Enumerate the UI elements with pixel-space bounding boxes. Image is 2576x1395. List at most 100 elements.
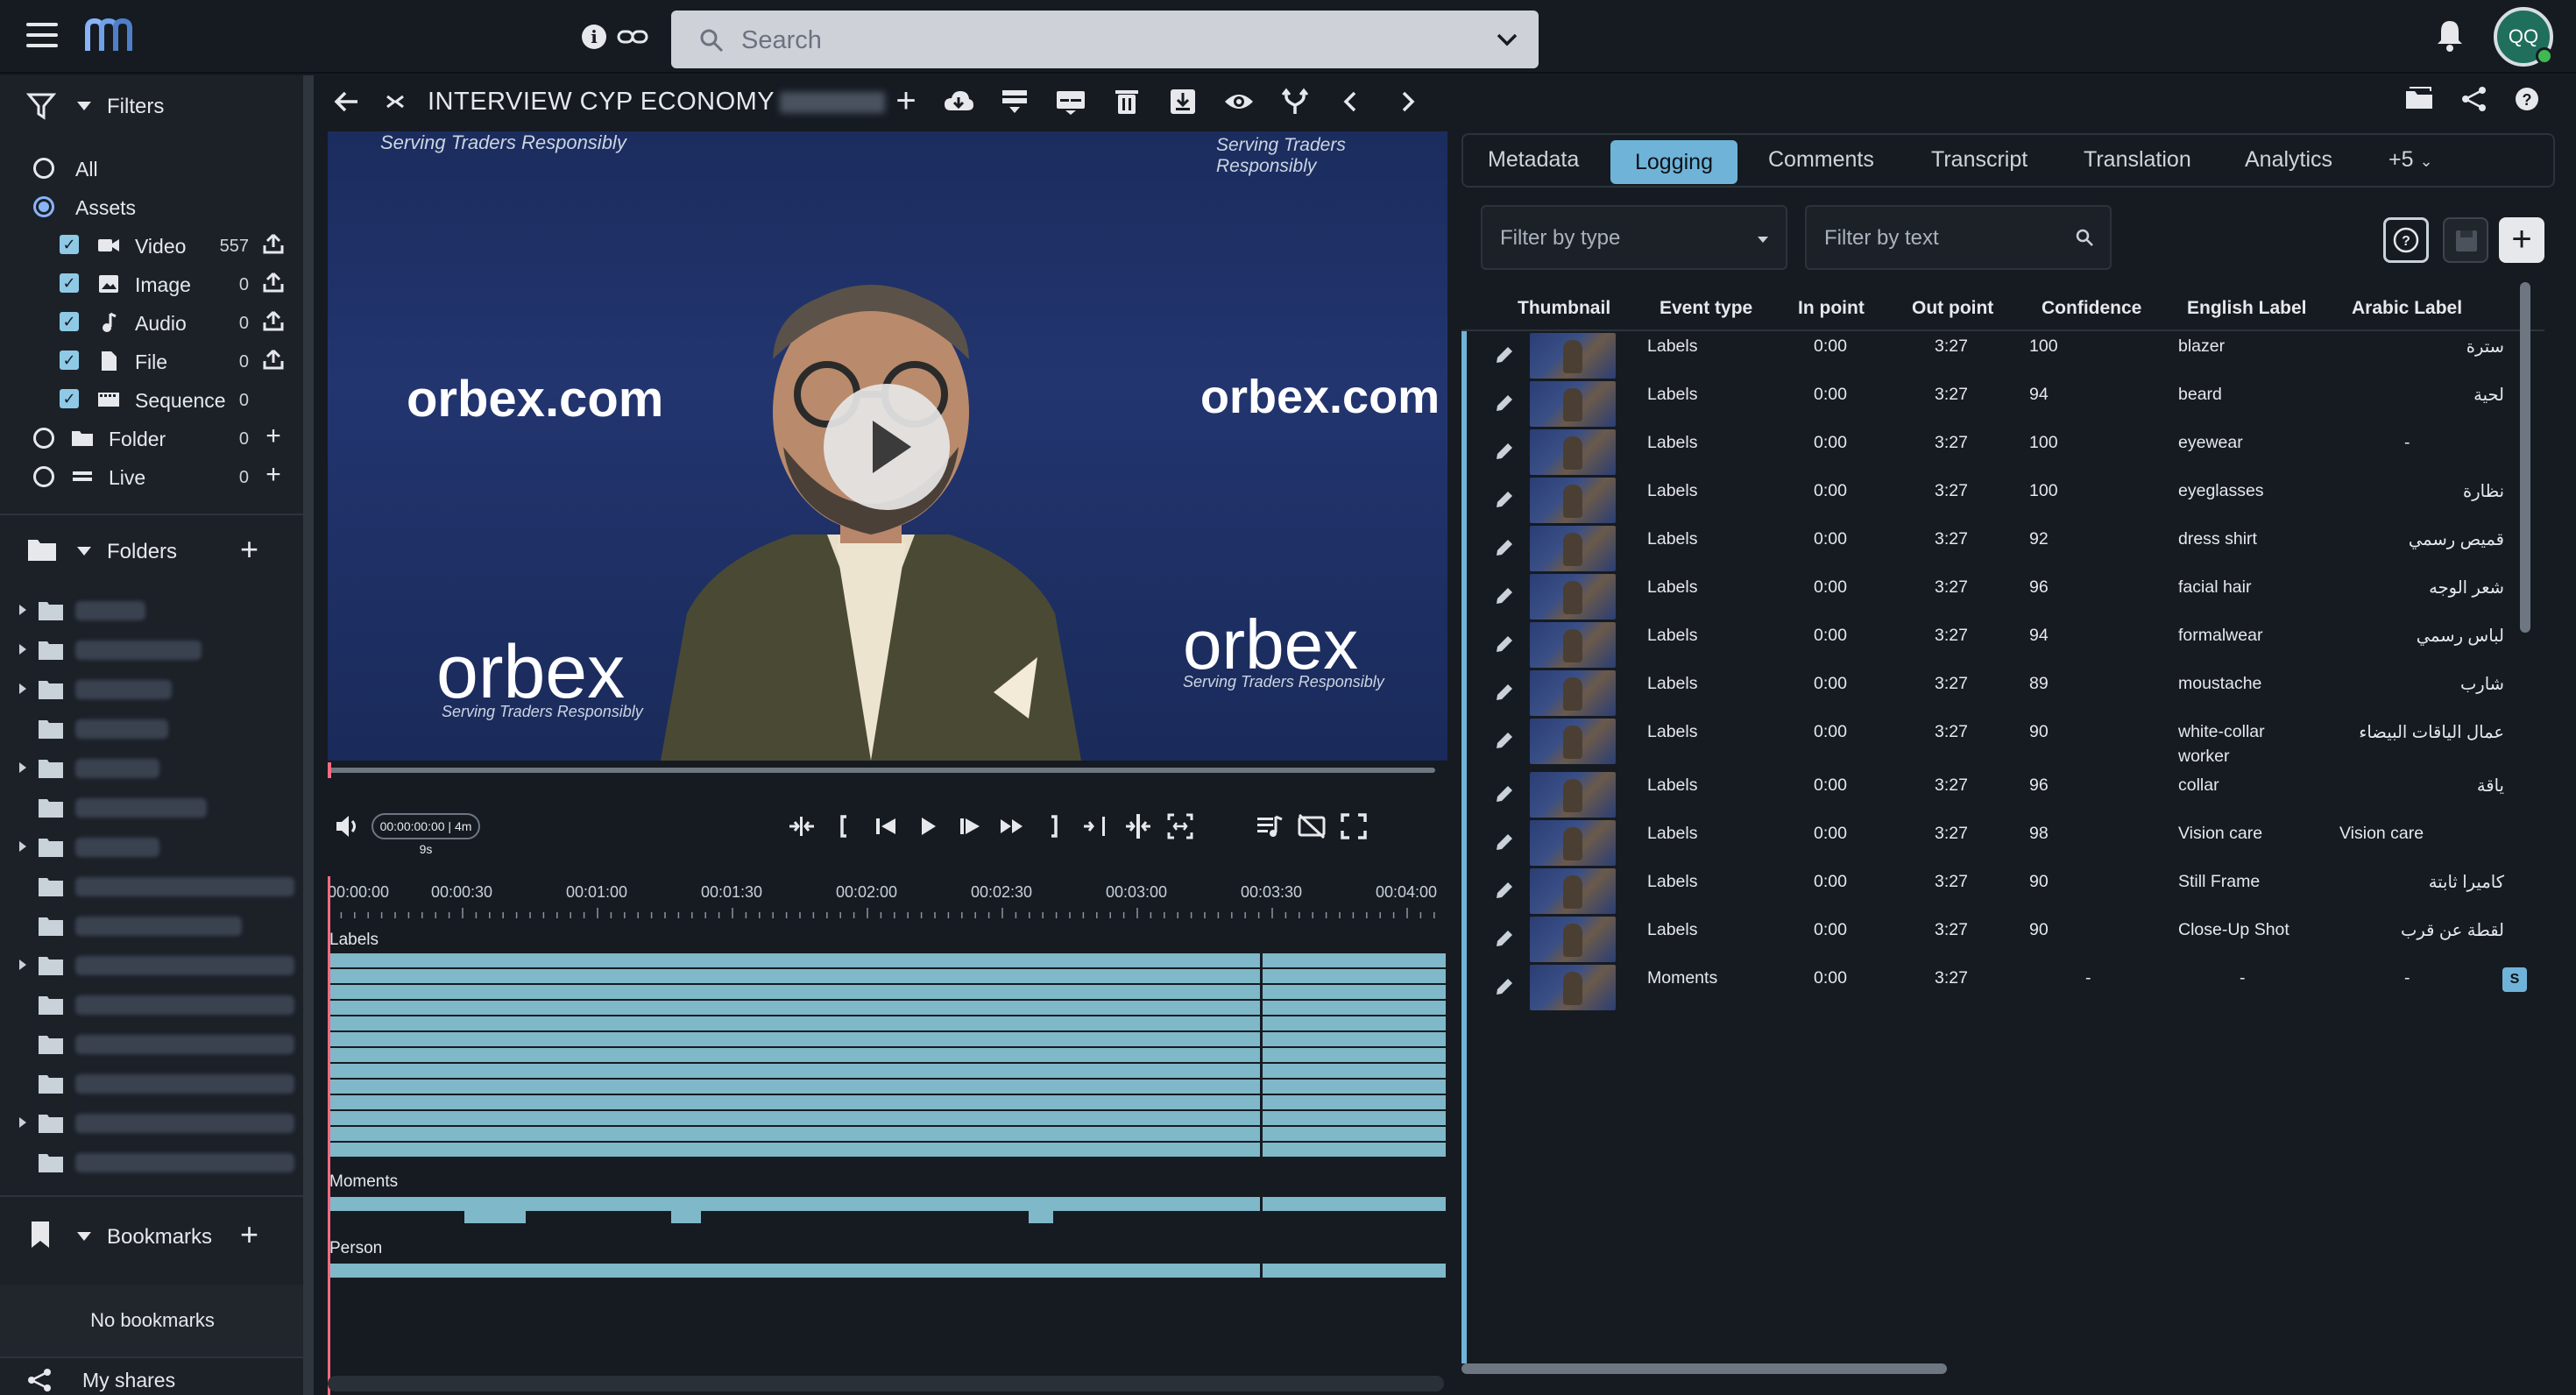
save-button[interactable] — [2443, 217, 2488, 263]
moments-track[interactable] — [329, 1197, 1446, 1232]
moment-segment[interactable] — [671, 1211, 701, 1223]
metadata-icon[interactable] — [999, 88, 1030, 116]
table-row[interactable]: Labels 0:00 3:27 100 eyewear - — [1461, 428, 2544, 476]
col-thumbnail[interactable]: Thumbnail — [1518, 298, 1610, 319]
edit-icon[interactable] — [1493, 729, 1516, 752]
tabs-more-button[interactable]: +5 ⌄ — [2388, 147, 2433, 173]
folder-open-icon[interactable] — [2404, 84, 2436, 114]
jump-to-out-icon[interactable] — [1081, 811, 1111, 841]
table-row[interactable]: Moments 0:00 3:27 - - - — [1461, 963, 2544, 1011]
add-icon[interactable]: + — [261, 423, 286, 450]
chevron-right-icon[interactable] — [1391, 88, 1423, 116]
label-bar[interactable] — [329, 985, 1446, 999]
tab-logging[interactable]: Logging — [1610, 140, 1737, 184]
edit-icon[interactable] — [1493, 488, 1516, 511]
filter-file[interactable]: ✓ File 0 — [0, 342, 305, 380]
row-thumbnail[interactable] — [1530, 868, 1616, 914]
step-back-icon[interactable] — [871, 811, 901, 841]
expand-icon[interactable] — [19, 762, 26, 773]
folder-item[interactable] — [0, 591, 305, 630]
row-thumbnail[interactable] — [1530, 478, 1616, 523]
play-icon[interactable] — [913, 811, 943, 841]
timecode-display[interactable]: 00:00:00:00 | 4m 9s — [372, 813, 480, 856]
folder-item[interactable] — [0, 867, 305, 906]
table-horizontal-scrollbar[interactable] — [1461, 1363, 1947, 1374]
label-bar[interactable] — [329, 1064, 1446, 1078]
mark-in-icon[interactable] — [829, 811, 859, 841]
filter-by-text-input[interactable]: Filter by text — [1805, 205, 2112, 270]
row-thumbnail[interactable] — [1530, 381, 1616, 427]
col-english-label[interactable]: English Label — [2187, 298, 2307, 319]
collapse-arrows-icon[interactable] — [384, 88, 415, 116]
label-bar[interactable] — [329, 1048, 1446, 1062]
radio-folder[interactable] — [33, 428, 54, 449]
label-bar[interactable] — [329, 1016, 1446, 1030]
merge-icon[interactable] — [1279, 88, 1311, 116]
row-thumbnail[interactable] — [1530, 772, 1616, 818]
upload-icon[interactable] — [261, 308, 286, 333]
add-folder-button[interactable]: + — [240, 531, 258, 568]
row-thumbnail[interactable] — [1530, 526, 1616, 571]
timeline[interactable]: 00:00:00 00:00:30 00:01:00 00:01:30 00:0… — [328, 873, 1447, 1395]
expand-icon[interactable] — [19, 605, 26, 615]
col-confidence[interactable]: Confidence — [2042, 298, 2141, 319]
table-row[interactable]: Labels 0:00 3:27 92 dress shirt قميص رسمي — [1461, 524, 2544, 572]
subtitles-icon[interactable] — [1055, 88, 1086, 116]
fullscreen-icon[interactable] — [1339, 811, 1369, 841]
col-arabic-label[interactable]: Arabic Label — [2352, 298, 2462, 319]
mark-out-icon[interactable] — [1039, 811, 1069, 841]
row-thumbnail[interactable] — [1530, 820, 1616, 866]
search-bar[interactable]: Search — [671, 11, 1539, 68]
filter-live[interactable]: Live 0 + — [0, 457, 305, 496]
edit-icon[interactable] — [1493, 975, 1516, 998]
row-thumbnail[interactable] — [1530, 333, 1616, 379]
row-thumbnail[interactable] — [1530, 965, 1616, 1010]
edit-icon[interactable] — [1493, 831, 1516, 853]
table-row[interactable]: Labels 0:00 3:27 98 Vision care Vision care — [1461, 818, 2544, 867]
chevron-left-icon[interactable] — [1335, 88, 1367, 116]
folder-item[interactable] — [0, 985, 305, 1024]
radio-live[interactable] — [33, 466, 54, 487]
expand-icon[interactable] — [19, 960, 26, 970]
filter-all[interactable]: All — [0, 149, 305, 188]
subtitles-off-icon[interactable] — [1297, 811, 1327, 841]
row-action-chip[interactable]: S — [2502, 967, 2527, 992]
person-track[interactable] — [329, 1264, 1446, 1278]
tab-transcript[interactable]: Transcript — [1931, 147, 2028, 173]
edit-icon[interactable] — [1493, 536, 1516, 559]
radio-assets[interactable] — [33, 196, 54, 217]
tab-translation[interactable]: Translation — [2084, 147, 2191, 173]
table-row[interactable]: Labels 0:00 3:27 94 formalwear لباس رسمي — [1461, 620, 2544, 669]
col-out-point[interactable]: Out point — [1912, 298, 1993, 319]
help-icon[interactable]: ? — [2511, 84, 2543, 114]
moments-bar[interactable] — [329, 1197, 1446, 1211]
folder-item[interactable] — [0, 906, 305, 945]
labels-track[interactable] — [329, 953, 1446, 1157]
logging-help-button[interactable]: ? — [2383, 217, 2429, 263]
expand-icon[interactable] — [19, 841, 26, 852]
checkbox-video[interactable]: ✓ — [60, 235, 79, 254]
label-bar[interactable] — [329, 1143, 1446, 1157]
edit-icon[interactable] — [1493, 782, 1516, 805]
add-bookmark-button[interactable]: + — [240, 1216, 258, 1253]
download-box-icon[interactable] — [1167, 88, 1199, 116]
video-frame[interactable]: Serving Traders Responsibly Serving Trad… — [328, 131, 1447, 761]
table-row[interactable]: Labels 0:00 3:27 90 white-collar worker عمال ا… — [1461, 717, 2544, 770]
person-bar[interactable] — [329, 1264, 1446, 1278]
link-icon[interactable] — [617, 23, 648, 51]
label-bar[interactable] — [329, 1001, 1446, 1015]
eye-icon[interactable] — [1223, 88, 1255, 116]
expand-icon[interactable] — [19, 644, 26, 655]
chevron-down-icon[interactable] — [1495, 30, 1519, 51]
folder-item[interactable] — [0, 709, 305, 748]
folders-header[interactable]: Folders + — [0, 520, 305, 580]
expand-icon[interactable] — [19, 683, 26, 694]
filter-video[interactable]: ✓ Video 557 — [0, 226, 305, 265]
filter-audio[interactable]: ✓ Audio 0 — [0, 303, 305, 342]
table-vertical-scrollbar[interactable] — [2520, 282, 2530, 633]
expand-icon[interactable] — [19, 1117, 26, 1128]
user-avatar[interactable]: QQ — [2494, 7, 2553, 67]
video-scrubber[interactable] — [328, 768, 1435, 773]
folder-item[interactable] — [0, 1064, 305, 1103]
upload-icon[interactable] — [261, 270, 286, 294]
